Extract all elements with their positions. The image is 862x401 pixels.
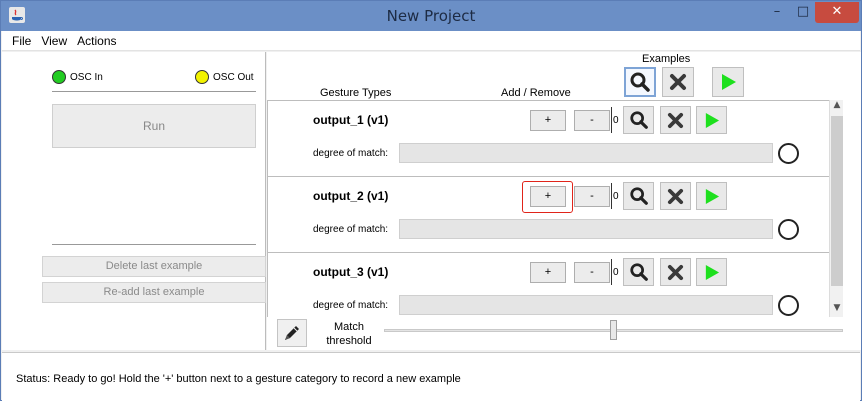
example-count: 0 xyxy=(613,191,619,202)
gesture-name: output_1 (v1) xyxy=(313,113,389,127)
degree-of-match-bar xyxy=(399,219,773,239)
example-count: 0 xyxy=(613,115,619,126)
magnifier-icon xyxy=(630,72,650,92)
osc-in-indicator-icon xyxy=(52,70,66,84)
degree-of-match-label: degree of match: xyxy=(313,300,389,311)
divider xyxy=(52,244,256,245)
degree-of-match-bar xyxy=(399,143,773,163)
example-count: 0 xyxy=(613,267,619,278)
osc-out-indicator-icon xyxy=(195,70,209,84)
status-bar: Status: Ready to go! Hold the '+' button… xyxy=(2,352,860,401)
pencil-icon xyxy=(285,326,299,340)
vertical-scrollbar[interactable]: ▲ ▼ xyxy=(829,100,843,317)
add-example-button[interactable]: + xyxy=(530,262,566,283)
gesture-name: output_3 (v1) xyxy=(313,265,389,279)
x-icon xyxy=(670,74,686,90)
left-panel: OSC In OSC Out Run Delete last example R… xyxy=(2,52,266,350)
delete-examples-button[interactable] xyxy=(660,182,691,210)
view-examples-button[interactable] xyxy=(623,182,654,210)
gesture-list: output_1 (v1) + - 0 degree of match: out… xyxy=(267,100,829,317)
magnifier-icon xyxy=(629,263,648,281)
scrollbar-thumb[interactable] xyxy=(831,116,843,286)
window-title: New Project xyxy=(386,7,476,25)
degree-of-match-bar xyxy=(399,295,773,315)
play-icon xyxy=(705,112,720,128)
title-bar: New Project – □ ✕ xyxy=(1,1,861,31)
degree-of-match-label: degree of match: xyxy=(313,224,389,235)
maximize-button[interactable]: □ xyxy=(790,2,816,23)
scroll-down-icon[interactable]: ▼ xyxy=(830,303,844,313)
close-button[interactable]: ✕ xyxy=(815,2,859,23)
separator xyxy=(611,183,612,209)
osc-in-label: OSC In xyxy=(70,72,103,83)
play-icon xyxy=(722,74,736,90)
play-icon xyxy=(705,188,720,204)
gesture-row: output_3 (v1) + - 0 degree of match: xyxy=(268,253,829,317)
delete-all-examples-button[interactable] xyxy=(662,67,694,97)
magnifier-icon xyxy=(629,187,648,205)
match-threshold-slider-thumb[interactable] xyxy=(610,320,617,340)
minimize-button[interactable]: – xyxy=(764,2,790,23)
status-text: Status: Ready to go! Hold the '+' button… xyxy=(16,373,461,385)
x-icon xyxy=(667,112,684,128)
add-example-button[interactable]: + xyxy=(530,110,566,131)
osc-out-label: OSC Out xyxy=(213,72,254,83)
match-indicator-icon xyxy=(778,295,799,316)
remove-example-button[interactable]: - xyxy=(574,262,610,283)
x-icon xyxy=(667,188,684,204)
view-examples-button[interactable] xyxy=(623,258,654,286)
view-examples-button[interactable] xyxy=(623,106,654,134)
add-example-button[interactable]: + xyxy=(530,186,566,207)
app-window: New Project – □ ✕ File View Actions OSC … xyxy=(0,0,862,401)
play-all-examples-button[interactable] xyxy=(712,67,744,97)
view-all-examples-button[interactable] xyxy=(624,67,656,97)
scroll-up-icon[interactable]: ▲ xyxy=(830,100,844,110)
menu-bar: File View Actions xyxy=(2,31,860,51)
play-examples-button[interactable] xyxy=(696,258,727,286)
separator xyxy=(611,107,612,133)
run-button[interactable]: Run xyxy=(52,104,256,148)
magnifier-icon xyxy=(629,111,648,129)
divider xyxy=(52,91,256,92)
remove-example-button[interactable]: - xyxy=(574,186,610,207)
delete-last-example-button[interactable]: Delete last example xyxy=(42,256,266,277)
delete-examples-button[interactable] xyxy=(660,258,691,286)
match-threshold-label: Match threshold xyxy=(326,321,372,347)
edit-button[interactable] xyxy=(277,319,307,347)
gesture-row: output_2 (v1) + - 0 degree of match: xyxy=(268,177,829,253)
play-examples-button[interactable] xyxy=(696,106,727,134)
gesture-name: output_2 (v1) xyxy=(313,189,389,203)
separator xyxy=(611,259,612,285)
match-indicator-icon xyxy=(778,219,799,240)
menu-actions[interactable]: Actions xyxy=(75,34,118,48)
gesture-types-header: Gesture Types xyxy=(320,87,392,99)
remove-example-button[interactable]: - xyxy=(574,110,610,131)
examples-header: Examples xyxy=(642,53,691,65)
play-icon xyxy=(705,264,720,280)
x-icon xyxy=(667,264,684,280)
menu-view[interactable]: View xyxy=(39,34,69,48)
gesture-row: output_1 (v1) + - 0 degree of match: xyxy=(268,101,829,177)
match-indicator-icon xyxy=(778,143,799,164)
readd-last-example-button[interactable]: Re-add last example xyxy=(42,282,266,303)
delete-examples-button[interactable] xyxy=(660,106,691,134)
degree-of-match-label: degree of match: xyxy=(313,148,389,159)
play-examples-button[interactable] xyxy=(696,182,727,210)
menu-file[interactable]: File xyxy=(10,34,33,48)
add-remove-header: Add / Remove xyxy=(501,87,571,99)
